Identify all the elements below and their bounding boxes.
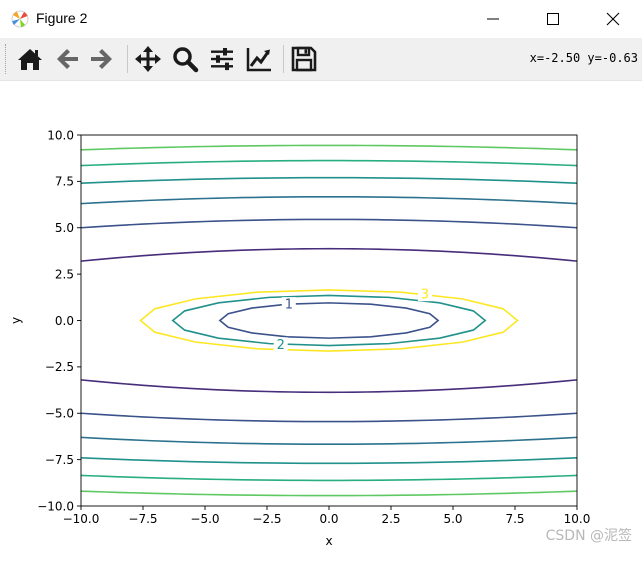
configure-subplots-button[interactable] xyxy=(206,43,238,75)
save-button[interactable] xyxy=(288,43,320,75)
y-tick-label: 10.0 xyxy=(47,128,74,142)
back-button[interactable] xyxy=(51,43,83,75)
contour-label-1: 1 xyxy=(285,298,293,313)
toolbar-grip[interactable] xyxy=(5,44,8,74)
configure-subplots-icon xyxy=(211,48,233,71)
x-tick-label: 5.0 xyxy=(443,512,462,526)
contour-curve-upper xyxy=(80,195,578,205)
figure-canvas[interactable]: 1 2 3 −10.0 −7.5 −5.0 −2.5 0.0 2.5 5.0 7.5 10.0 10… xyxy=(0,81,642,559)
y-tick-label: −10.0 xyxy=(37,499,74,513)
contour-curve-upper xyxy=(80,247,578,262)
close-icon xyxy=(606,12,620,26)
forward-arrow-icon xyxy=(91,49,112,69)
contour-curve-upper xyxy=(80,144,578,151)
y-tick-label: 7.5 xyxy=(55,175,74,189)
contour-curve-lower xyxy=(80,490,578,497)
edit-axis-button[interactable] xyxy=(243,43,275,75)
y-tick-label: −2.5 xyxy=(45,360,74,374)
minimize-icon xyxy=(487,18,499,20)
back-arrow-icon xyxy=(57,49,78,69)
minimize-button[interactable] xyxy=(470,0,516,38)
contour-plot[interactable]: 1 2 3 −10.0 −7.5 −5.0 −2.5 0.0 2.5 5.0 7.5 10.0 10… xyxy=(0,81,642,559)
toolbar-separator xyxy=(283,45,284,73)
axes-frame xyxy=(80,134,578,507)
x-tick-label: 0.0 xyxy=(319,512,338,526)
maximize-button[interactable] xyxy=(530,0,576,38)
maximize-icon xyxy=(547,13,559,25)
contour-curve-upper xyxy=(80,218,578,229)
save-floppy-icon xyxy=(291,46,317,72)
y-tick-label: −5.0 xyxy=(45,407,74,421)
zoom-magnifier-icon xyxy=(173,47,199,73)
pan-button[interactable] xyxy=(132,43,164,75)
cursor-coordinates: x=-2.50 y=-0.63 xyxy=(529,51,638,65)
y-axis-ticks: 10.0 7.5 5.0 2.5 0.0 −2.5 −5.0 −7.5 −10.0 xyxy=(37,128,81,513)
x-tick-label: −7.5 xyxy=(128,512,157,526)
contour-label-2: 2 xyxy=(277,338,285,353)
contour-curve-lower xyxy=(80,436,578,446)
x-axis-ticks: −10.0 −7.5 −5.0 −2.5 0.0 2.5 5.0 7.5 10.0 xyxy=(63,506,591,526)
edit-axis-curve-icon xyxy=(246,48,271,72)
contour-curve-lower xyxy=(80,456,578,465)
contour-curve-lower xyxy=(80,412,578,423)
x-axis-label: x xyxy=(325,534,332,548)
contour-curve-lower xyxy=(80,474,578,482)
contour-curve-lower xyxy=(80,379,578,394)
y-tick-label: −7.5 xyxy=(45,453,74,467)
x-tick-label: 7.5 xyxy=(505,512,524,526)
matplotlib-icon xyxy=(11,10,29,28)
contour-level-3 xyxy=(139,289,519,352)
y-tick-label: 2.5 xyxy=(55,267,74,281)
x-tick-label: 10.0 xyxy=(564,512,591,526)
contour-label-3: 3 xyxy=(421,288,429,303)
contour-lines xyxy=(80,144,578,497)
contour-curve-upper xyxy=(80,176,578,185)
home-icon xyxy=(18,49,42,70)
close-button[interactable] xyxy=(590,0,636,38)
y-axis-label: y xyxy=(9,317,23,324)
figure-window: Figure 2 x=-2.50 y=-0.63 1 2 3 −10.0 −7.… xyxy=(0,0,642,559)
title-bar[interactable]: Figure 2 xyxy=(0,0,642,38)
contour-level-1 xyxy=(218,302,440,339)
x-tick-label: −5.0 xyxy=(190,512,219,526)
contour-curve-upper xyxy=(80,159,578,167)
y-tick-label: 5.0 xyxy=(55,221,74,235)
forward-button[interactable] xyxy=(86,43,118,75)
y-tick-label: 0.0 xyxy=(55,314,74,328)
home-button[interactable] xyxy=(14,43,46,75)
window-title: Figure 2 xyxy=(36,10,88,26)
x-tick-label: −2.5 xyxy=(252,512,281,526)
watermark-text: CSDN @泥签 xyxy=(545,528,632,544)
toolbar-separator xyxy=(127,45,128,73)
zoom-button[interactable] xyxy=(169,43,201,75)
navigation-toolbar: x=-2.50 y=-0.63 xyxy=(0,38,642,81)
pan-move-icon xyxy=(135,46,161,72)
x-tick-label: −10.0 xyxy=(63,512,100,526)
x-tick-label: 2.5 xyxy=(381,512,400,526)
